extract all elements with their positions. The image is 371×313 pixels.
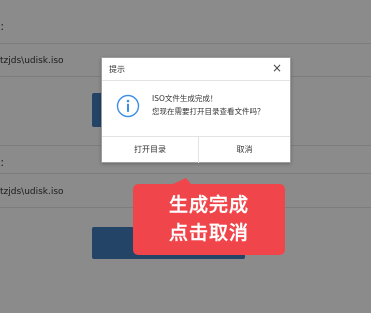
- dialog-message-line2: 您现在需要打开目录查看文件吗？: [152, 107, 265, 116]
- dialog-header: 提示 ×: [102, 58, 290, 81]
- dialog-message-line1: ISO文件生成完成！: [152, 94, 218, 103]
- dialog-footer: 打开目录 取消: [102, 136, 290, 163]
- instruction-callout: 生成完成 点击取消: [133, 178, 285, 255]
- close-icon[interactable]: ×: [270, 61, 284, 75]
- callout-line-2: 点击取消: [168, 222, 249, 244]
- prompt-dialog: 提示 × ISO文件生成完成！ 您现在需要打开目录查看文件吗？ 打开目录 取消: [101, 57, 291, 163]
- info-icon: [116, 94, 140, 118]
- dialog-title: 提示: [109, 65, 125, 74]
- dialog-body: ISO文件生成完成！ 您现在需要打开目录查看文件吗？: [102, 81, 290, 135]
- open-directory-button[interactable]: 打开目录: [102, 137, 199, 163]
- callout-line-1: 生成完成: [168, 194, 249, 216]
- cancel-button[interactable]: 取消: [199, 137, 290, 163]
